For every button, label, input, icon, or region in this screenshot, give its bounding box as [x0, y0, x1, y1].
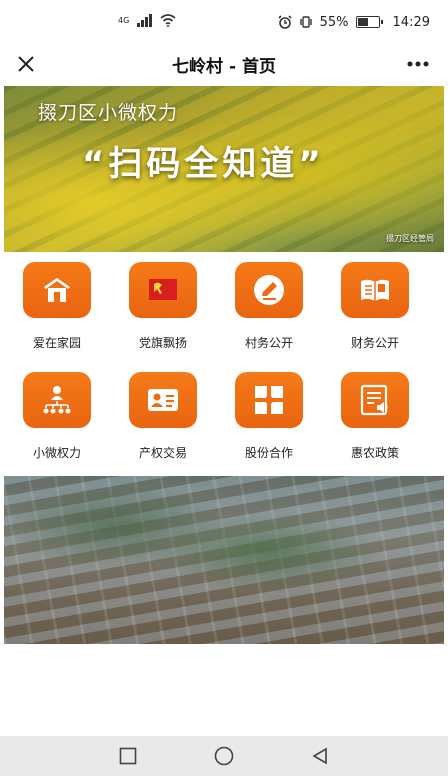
banner-slogan: “扫码全知道”: [82, 144, 325, 184]
battery-icon: [355, 16, 383, 28]
finance-tile: [341, 262, 409, 318]
org-chart-icon: [43, 386, 71, 414]
policy-doc-icon: [360, 384, 388, 416]
id-card-icon: [148, 389, 178, 411]
micro-power-tile: [23, 372, 91, 428]
clock: 14:29: [392, 14, 430, 30]
status-bar: 4G 55% 14:29: [0, 0, 448, 44]
banner-headline: 掇刀区小微权力: [38, 102, 179, 124]
grid-item-micro-power[interactable]: 小微权力: [12, 372, 102, 461]
grid-item-policy[interactable]: 惠农政策: [330, 372, 420, 461]
network-type-label: 4G: [118, 16, 130, 25]
alarm-icon: [278, 15, 292, 29]
vibrate-icon: [299, 16, 312, 28]
grid-label: 股份合作: [244, 446, 293, 460]
edit-icon: [254, 275, 284, 305]
party-flag-icon: [149, 279, 177, 300]
home-button[interactable]: [213, 745, 235, 767]
grid-label: 村务公开: [244, 336, 293, 350]
grid-item-share-cooperation[interactable]: 股份合作: [224, 372, 314, 461]
more-button[interactable]: [402, 50, 434, 78]
grid-label: 产权交易: [138, 446, 187, 460]
grid-label: 小微权力: [32, 446, 81, 460]
close-button[interactable]: [12, 50, 40, 78]
village-affairs-tile: [235, 262, 303, 318]
home-icon: [44, 278, 70, 302]
grid-item-home[interactable]: 爱在家园: [12, 262, 102, 351]
grid-label: 党旗飘扬: [138, 336, 187, 350]
back-button[interactable]: [309, 745, 331, 767]
battery-percent: 55%: [319, 14, 349, 30]
triangle-back-icon: [312, 747, 327, 765]
network-indicators: 4G: [118, 14, 176, 27]
grid-label: 惠农政策: [350, 446, 399, 460]
recents-button[interactable]: [117, 745, 139, 767]
signal-icon: [137, 14, 153, 27]
page-title: 七岭村 - 首页: [172, 56, 276, 77]
app-nav-bar: 七岭村 - 首页: [0, 44, 448, 84]
party-tile: [129, 262, 197, 318]
grid-item-property-trade[interactable]: 产权交易: [118, 372, 208, 461]
banner-image[interactable]: 掇刀区小微权力 “扫码全知道” 掇刀区经管局: [4, 86, 444, 252]
more-icon: [407, 61, 429, 67]
grid-item-finance[interactable]: 财务公开: [330, 262, 420, 351]
home-tile: [23, 262, 91, 318]
property-trade-tile: [129, 372, 197, 428]
circle-icon: [214, 746, 234, 766]
square-icon: [119, 747, 137, 765]
grid-item-village-affairs[interactable]: 村务公开: [224, 262, 314, 351]
petals-icon: [255, 386, 283, 414]
wifi-icon: [160, 14, 176, 27]
banner-credit: 掇刀区经管局: [386, 234, 434, 243]
policy-tile: [341, 372, 409, 428]
close-icon: [18, 56, 34, 72]
system-nav-bar: [0, 736, 448, 776]
landscape-photo: [4, 476, 444, 644]
grid-label: 爱在家园: [32, 336, 81, 350]
share-cooperation-tile: [235, 372, 303, 428]
grid-item-party[interactable]: 党旗飘扬: [118, 262, 208, 351]
book-icon: [361, 279, 389, 301]
grid-label: 财务公开: [350, 336, 399, 350]
